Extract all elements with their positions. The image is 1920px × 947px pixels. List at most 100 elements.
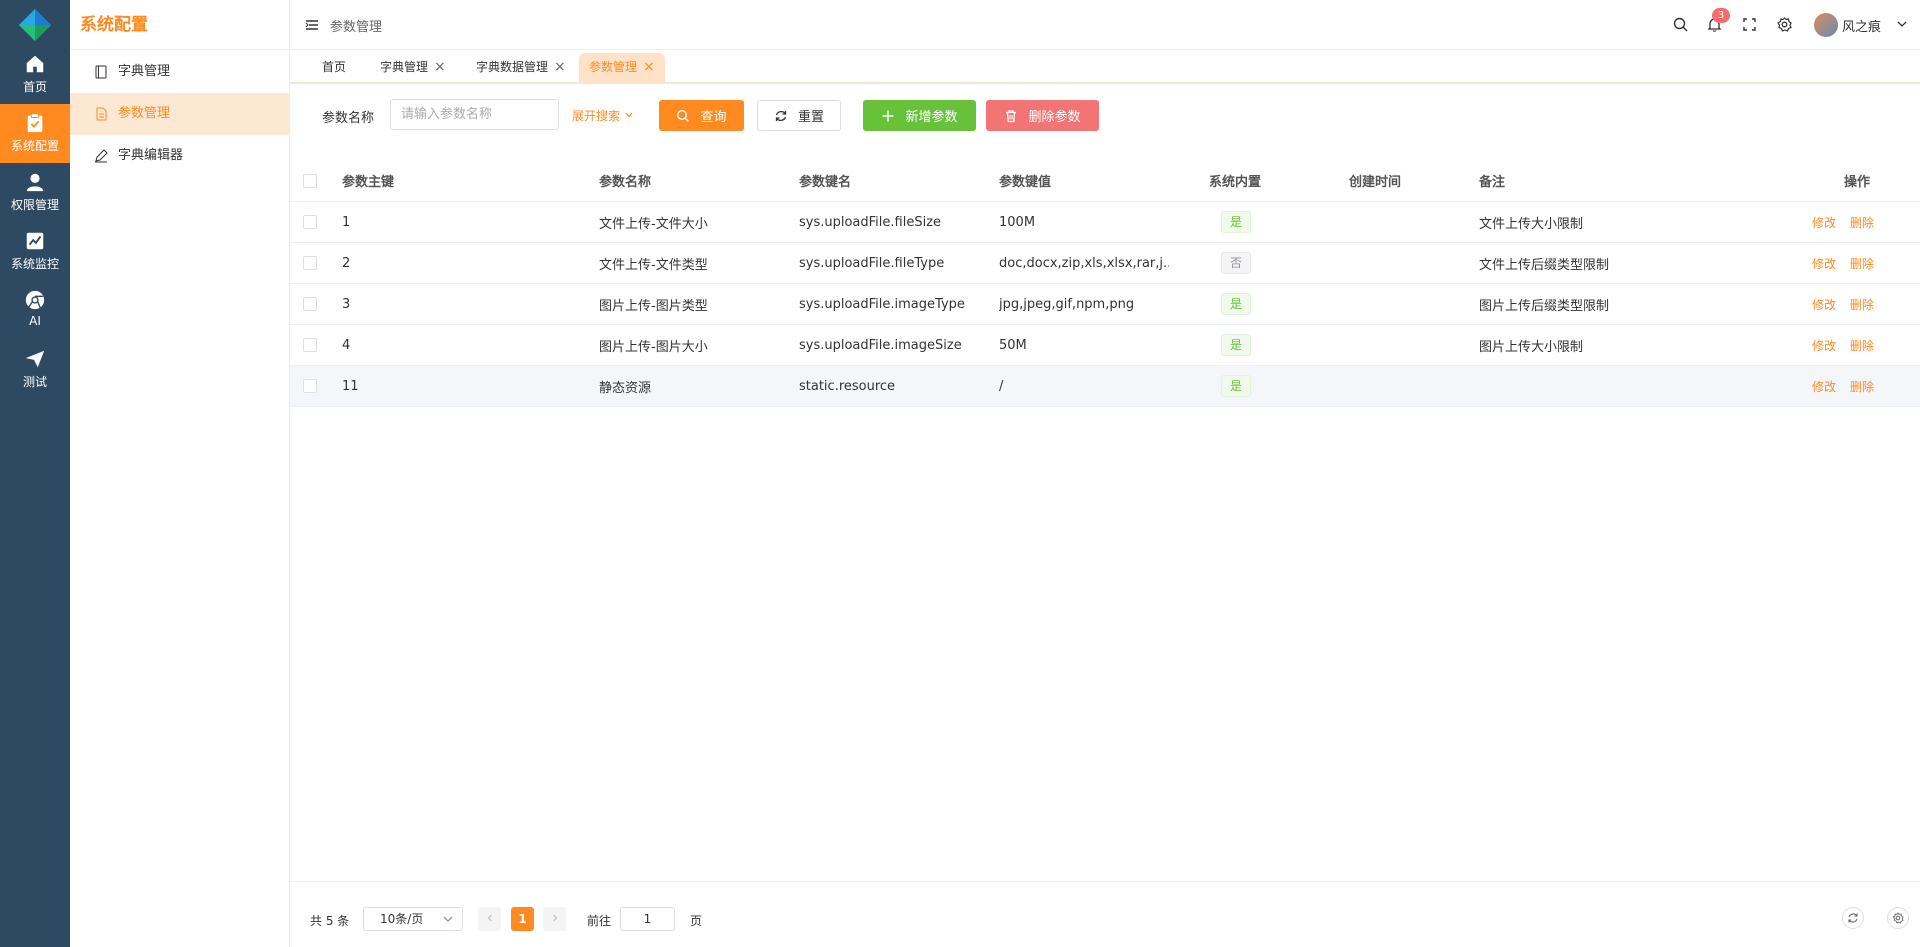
cell-remark: 图片上传后缀类型限制: [1479, 298, 1610, 314]
cell-actions: 修改 删除: [1812, 202, 1888, 242]
close-icon[interactable]: ×: [554, 53, 566, 82]
avatar[interactable]: [1814, 13, 1838, 37]
top-header: 参数管理 3 风之痕: [290, 0, 1920, 50]
line-chart-icon: [26, 232, 44, 250]
row-checkbox[interactable]: [303, 379, 317, 393]
add-param-label: 新增参数: [905, 110, 958, 125]
reset-button[interactable]: 重置: [757, 100, 841, 131]
username[interactable]: 风之痕: [1842, 16, 1881, 35]
query-button[interactable]: 查询: [659, 100, 744, 131]
column-header: 创建时间: [1349, 175, 1402, 190]
search-icon[interactable]: [1672, 16, 1689, 33]
tab-label: 首页: [322, 60, 347, 74]
cell-actions: 修改 删除: [1812, 243, 1888, 283]
table-row: 1 文件上传-文件大小 sys.uploadFile.fileSize 100M…: [290, 202, 1920, 243]
row-checkbox[interactable]: [303, 297, 317, 311]
edit-link[interactable]: 修改: [1812, 255, 1836, 272]
page-suffix-label: 页: [690, 914, 703, 928]
delete-link[interactable]: 删除: [1850, 378, 1874, 395]
search-icon: [677, 109, 690, 122]
tab-params[interactable]: 参数管理 ×: [579, 53, 665, 82]
edit-link[interactable]: 修改: [1812, 296, 1836, 313]
table-row: 11 静态资源 static.resource / 是 修改 删除: [290, 366, 1920, 407]
prev-page-button[interactable]: [478, 907, 501, 931]
refresh-button[interactable]: [1842, 907, 1864, 929]
page-size-value: 10条/页: [380, 912, 424, 926]
cell-name: 图片上传-图片大小: [599, 339, 708, 355]
submenu-item-dict-editor[interactable]: 字典编辑器: [70, 135, 289, 177]
cell-key: sys.uploadFile.imageType: [799, 296, 965, 312]
close-icon[interactable]: ×: [434, 53, 446, 82]
settings-icon[interactable]: [1776, 16, 1793, 33]
delete-link[interactable]: 删除: [1850, 296, 1874, 313]
add-param-button[interactable]: 新增参数: [863, 100, 976, 131]
delete-param-label: 删除参数: [1028, 110, 1081, 125]
page-number-button[interactable]: 1: [511, 907, 534, 931]
rail-label: 首页: [22, 80, 47, 94]
cell-builtin: 是: [1221, 366, 1252, 406]
table-row: 4 图片上传-图片大小 sys.uploadFile.imageSize 50M…: [290, 325, 1920, 366]
plus-icon: [882, 110, 894, 121]
param-name-input[interactable]: [390, 99, 559, 130]
status-badge: 是: [1221, 293, 1252, 315]
table-header-row: 参数主键 参数名称 参数键名 参数键值 系统内置 创建时间 备注 操作: [290, 160, 1920, 202]
delete-param-button[interactable]: 删除参数: [986, 100, 1099, 131]
fullscreen-icon[interactable]: [1741, 16, 1758, 33]
submenu-item-params[interactable]: 参数管理: [70, 93, 289, 135]
page-size-select[interactable]: 10条/页: [363, 907, 463, 931]
clipboard-check-icon: [27, 113, 43, 133]
menu-toggle-icon[interactable]: [304, 17, 320, 33]
rail-item-monitor[interactable]: 系统监控: [0, 222, 70, 281]
goto-label: 前往: [587, 914, 612, 928]
home-icon: [26, 55, 44, 73]
chevron-left-icon: [487, 914, 492, 922]
delete-link[interactable]: 删除: [1850, 214, 1874, 231]
chevron-down-icon[interactable]: [1896, 18, 1908, 30]
rail-item-home[interactable]: 首页: [0, 45, 70, 104]
cell-key: sys.uploadFile.fileType: [799, 255, 945, 271]
cell-id: 4: [342, 337, 351, 353]
row-checkbox[interactable]: [303, 215, 317, 229]
cell-key: sys.uploadFile.fileSize: [799, 214, 942, 230]
edit-link[interactable]: 修改: [1812, 337, 1836, 354]
submenu-label: 字典管理: [118, 64, 171, 79]
edit-link[interactable]: 修改: [1812, 214, 1836, 231]
select-all-checkbox[interactable]: [303, 174, 317, 188]
column-settings-button[interactable]: [1887, 907, 1909, 929]
close-icon[interactable]: ×: [643, 53, 655, 82]
cell-remark: 文件上传大小限制: [1479, 216, 1584, 232]
rail-item-test[interactable]: 测试: [0, 340, 70, 399]
cell-key: static.resource: [799, 378, 896, 394]
rail-label: AI: [29, 314, 41, 328]
param-name-label: 参数名称: [322, 111, 375, 126]
rail-label: 权限管理: [10, 198, 59, 212]
tab-dict[interactable]: 字典管理 ×: [370, 53, 456, 82]
tab-dict-data[interactable]: 字典数据管理 ×: [466, 53, 576, 82]
goto-page-input[interactable]: [620, 907, 675, 931]
cell-name: 文件上传-文件大小: [599, 216, 708, 232]
edit-link[interactable]: 修改: [1812, 378, 1836, 395]
rail-label: 测试: [22, 375, 47, 389]
next-page-button[interactable]: [543, 907, 566, 931]
cell-key: sys.uploadFile.imageSize: [799, 337, 962, 353]
rail-item-permission[interactable]: 权限管理: [0, 163, 70, 222]
total-count: 共 5 条: [310, 914, 350, 928]
rail-item-ai[interactable]: AI: [0, 281, 70, 340]
cell-actions: 修改 删除: [1812, 366, 1888, 406]
tab-home[interactable]: 首页: [312, 53, 356, 82]
expand-search-link[interactable]: 展开搜索: [572, 107, 634, 124]
delete-link[interactable]: 删除: [1850, 255, 1874, 272]
column-header: 参数名称: [599, 175, 652, 190]
tab-label: 字典管理: [380, 60, 429, 74]
delete-link[interactable]: 删除: [1850, 337, 1874, 354]
cell-name: 图片上传-图片类型: [599, 298, 708, 314]
table-row: 3 图片上传-图片类型 sys.uploadFile.imageType jpg…: [290, 284, 1920, 325]
submenu-item-dict[interactable]: 字典管理: [70, 51, 289, 93]
row-checkbox[interactable]: [303, 256, 317, 270]
status-badge: 是: [1221, 334, 1252, 356]
row-checkbox[interactable]: [303, 338, 317, 352]
rail-item-system-config[interactable]: 系统配置: [0, 104, 70, 163]
cell-value: jpg,jpeg,gif,npm,png: [999, 296, 1135, 312]
rail-label: 系统监控: [10, 257, 59, 271]
chevron-down-icon: [443, 916, 453, 922]
